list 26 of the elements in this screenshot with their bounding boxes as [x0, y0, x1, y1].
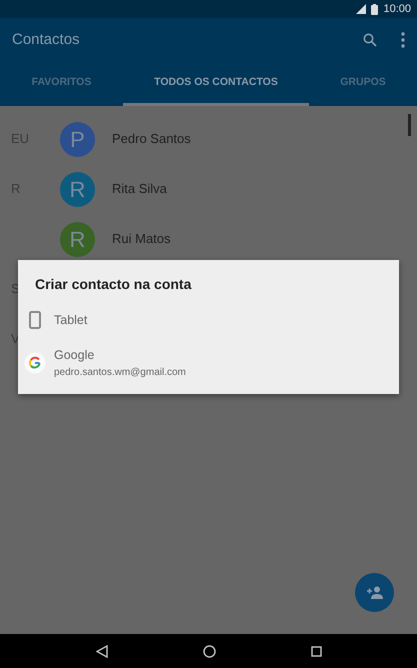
account-option[interactable]: Tablet: [18, 303, 399, 338]
account-name: Google: [54, 346, 96, 364]
scrollbar: [408, 114, 411, 136]
contact-name[interactable]: Pedro Santos: [112, 129, 191, 149]
battery-icon: [371, 4, 378, 14]
more-options-icon[interactable]: [401, 32, 405, 48]
signal-icon: [356, 4, 366, 14]
contact-name[interactable]: Rui Matos: [112, 229, 171, 249]
home-icon[interactable]: [202, 644, 216, 658]
google-icon: [24, 352, 46, 374]
recents-icon[interactable]: [310, 646, 322, 656]
dialog-title: Criar contacto na conta: [34, 275, 192, 294]
account-email: pedro.santos.wm@gmail.com: [54, 366, 186, 380]
contact-name[interactable]: Rita Silva: [112, 179, 167, 199]
tab[interactable]: GRUPOS: [309, 62, 417, 106]
contact-avatar: R: [60, 172, 95, 206]
status-time: 10:00: [383, 2, 411, 17]
contact-avatar: P: [60, 122, 95, 156]
account-name: Tablet: [54, 312, 88, 329]
account-option[interactable]: Google pedro.santos.wm@gmail.com: [18, 338, 399, 388]
app-title: Contactos: [12, 30, 81, 50]
search-icon[interactable]: [363, 33, 377, 47]
back-icon[interactable]: [96, 644, 108, 658]
contact-avatar: R: [60, 222, 95, 256]
add-person-icon: [366, 586, 384, 599]
tab[interactable]: FAVORITOS: [0, 62, 123, 106]
